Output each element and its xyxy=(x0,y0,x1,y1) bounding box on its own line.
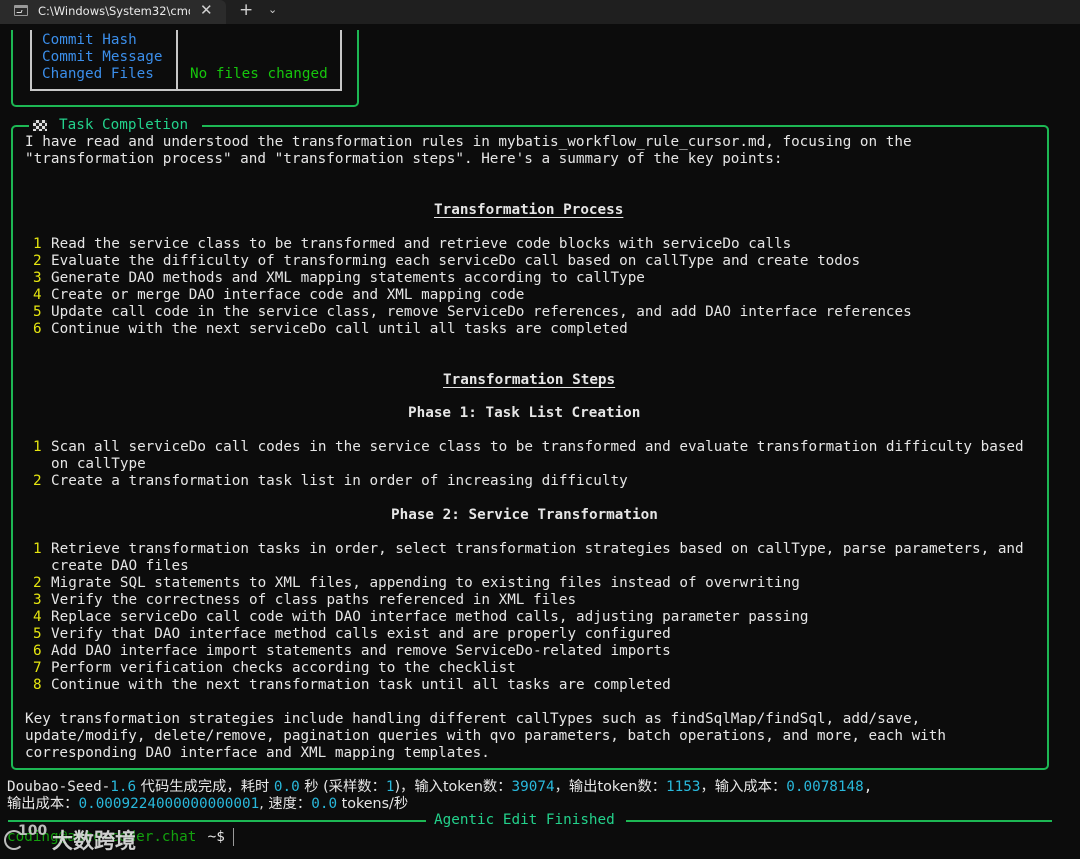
terminal-tab[interactable]: C:\Windows\System32\cmd.exe ✕ xyxy=(0,0,226,24)
text-cursor[interactable] xyxy=(233,828,234,846)
stats-label: , 速度： xyxy=(259,796,312,812)
new-tab-button[interactable]: + xyxy=(239,0,253,20)
elapsed-time: 0.0 xyxy=(273,779,300,795)
commit-message-label: Commit Message xyxy=(42,49,163,65)
list-item: Evaluate the difficulty of transforming … xyxy=(51,253,861,269)
agentic-edit-finished: Agentic Edit Finished xyxy=(434,812,615,828)
list-number: 6 xyxy=(33,643,42,659)
list-item: Perform verification checks according to… xyxy=(51,660,516,676)
list-number: 8 xyxy=(33,677,42,693)
summary-line: update/modify, delete/remove, pagination… xyxy=(25,728,946,744)
list-number: 5 xyxy=(33,304,42,320)
watermark: 100 大数跨境 xyxy=(4,820,154,854)
model-name: Doubao-Seed- xyxy=(7,779,111,795)
list-item: Continue with the next transformation ta… xyxy=(51,677,671,693)
summary-line: corresponding DAO interface and XML mapp… xyxy=(25,745,490,761)
output-cost: 0.0009224000000000001 xyxy=(78,796,260,812)
list-item: Retrieve transformation tasks in order, … xyxy=(51,541,1024,557)
list-item: Add DAO interface import statements and … xyxy=(51,643,671,659)
cmd-icon xyxy=(14,5,28,16)
stats-punct: , xyxy=(863,779,873,795)
stats-label: 秒 (采样数： xyxy=(299,779,386,795)
model-version: 1.6 xyxy=(110,779,137,795)
list-number: 2 xyxy=(33,473,42,489)
title-bar: C:\Windows\System32\cmd.exe ✕ + ⌄ xyxy=(0,0,1080,24)
list-item-continuation: on callType xyxy=(51,456,146,472)
close-tab-icon[interactable]: ✕ xyxy=(200,1,213,19)
intro-line: "transformation process" and "transforma… xyxy=(25,151,783,167)
watermark-logo-text: 100 xyxy=(18,823,48,839)
process-heading: Transformation Process xyxy=(434,202,624,218)
commit-hash-label: Commit Hash xyxy=(42,32,137,48)
stats-label: ，输入成本： xyxy=(700,779,787,795)
output-tokens: 1153 xyxy=(666,779,701,795)
changed-files-value: No files changed xyxy=(190,66,328,82)
intro-line: I have read and understood the transform… xyxy=(25,134,912,150)
phase1-heading: Phase 1: Task List Creation xyxy=(408,405,641,421)
list-item: Verify that DAO interface method calls e… xyxy=(51,626,671,642)
speed-value: 0.0 xyxy=(311,796,338,812)
list-number: 3 xyxy=(33,270,42,286)
list-item: Read the service class to be transformed… xyxy=(51,236,792,252)
list-item: Verify the correctness of class paths re… xyxy=(51,592,577,608)
phase2-heading: Phase 2: Service Transformation xyxy=(391,507,658,523)
list-item: Scan all serviceDo call codes in the ser… xyxy=(51,439,1024,455)
list-number: 6 xyxy=(33,321,42,337)
stats-label: tokens/秒 xyxy=(337,796,409,812)
list-item: Continue with the next serviceDo call un… xyxy=(51,321,628,337)
list-item: Generate DAO methods and XML mapping sta… xyxy=(51,270,645,286)
watermark-text: 大数跨境 xyxy=(52,829,136,853)
list-number: 4 xyxy=(33,287,42,303)
stats-label: 输出成本： xyxy=(7,796,79,812)
changed-files-label: Changed Files xyxy=(42,66,154,82)
list-number: 4 xyxy=(33,609,42,625)
list-number: 7 xyxy=(33,660,42,676)
list-item: Create or merge DAO interface code and X… xyxy=(51,287,525,303)
chevron-down-icon[interactable]: ⌄ xyxy=(268,3,277,16)
list-number: 1 xyxy=(33,439,42,455)
divider-right xyxy=(626,820,1052,822)
list-number: 2 xyxy=(33,253,42,269)
list-number: 1 xyxy=(33,236,42,252)
checkered-flag-icon xyxy=(33,120,47,131)
generation-stats-line1: Doubao-Seed-1.6 代码生成完成，耗时 0.0 秒 (采样数：1)，… xyxy=(7,779,872,796)
panel-title: Task Completion xyxy=(29,117,202,135)
stats-label: ，输出token数： xyxy=(554,779,667,795)
list-number: 1 xyxy=(33,541,42,557)
summary-line: Key transformation strategies include ha… xyxy=(25,711,921,727)
stats-label: 代码生成完成，耗时 xyxy=(136,779,274,795)
panel-title-text: Task Completion xyxy=(59,117,189,133)
list-number: 3 xyxy=(33,592,42,608)
stats-label: )，输入token数： xyxy=(394,779,512,795)
list-item: Create a transformation task list in ord… xyxy=(51,473,628,489)
generation-stats-line2: 输出成本：0.0009224000000000001, 速度：0.0 token… xyxy=(7,796,408,813)
input-cost: 0.0078148 xyxy=(786,779,864,795)
prompt-tail: ~$ xyxy=(199,829,234,845)
list-item: Replace serviceDo call code with DAO int… xyxy=(51,609,809,625)
list-number: 5 xyxy=(33,626,42,642)
table-divider xyxy=(176,30,178,89)
list-item: Migrate SQL statements to XML files, app… xyxy=(51,575,800,591)
input-tokens: 39074 xyxy=(511,779,555,795)
list-item: Update call code in the service class, r… xyxy=(51,304,912,320)
list-number: 2 xyxy=(33,575,42,591)
steps-heading: Transformation Steps xyxy=(443,372,616,388)
tab-title: C:\Windows\System32\cmd.exe xyxy=(38,4,190,18)
list-item-continuation: create DAO files xyxy=(51,558,189,574)
